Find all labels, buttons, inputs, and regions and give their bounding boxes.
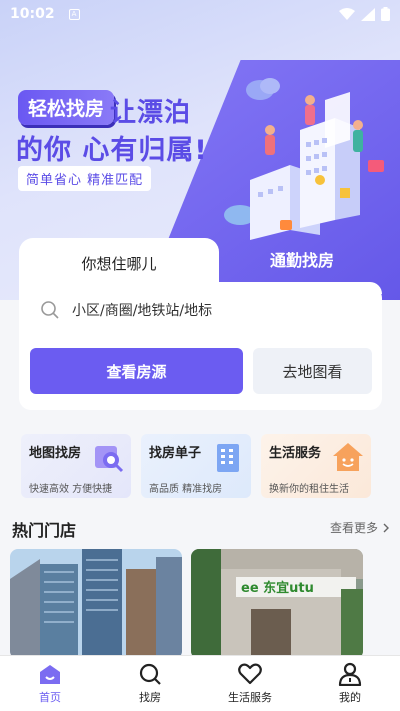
- hot-stores-title: 热门门店: [12, 521, 77, 540]
- tab-home[interactable]: 首页: [0, 656, 100, 711]
- tab-find-home[interactable]: 找房: [100, 656, 200, 711]
- status-time: 10:02: [10, 6, 55, 22]
- view-more-label: 查看更多: [329, 521, 378, 535]
- heart-icon: [238, 663, 262, 685]
- house-smile-icon: [333, 443, 363, 471]
- tab-label: 生活服务: [228, 691, 272, 704]
- tab-label: 我的: [339, 691, 361, 704]
- hero-subtitle: 简单省心 精准匹配: [18, 166, 152, 191]
- tab-label: 找房: [139, 691, 161, 704]
- store-card-2[interactable]: ee 东宜utu: [191, 549, 363, 659]
- chevron-right-icon: [383, 523, 389, 532]
- tab-commute-search[interactable]: 通勤找房: [222, 244, 382, 274]
- feature-subtitle: 快速高效 方便快捷: [29, 484, 113, 495]
- apartment-towers-photo: [10, 549, 182, 659]
- city-buildings-illustration: [224, 78, 384, 240]
- view-more-link[interactable]: 查看更多: [330, 519, 390, 536]
- store-sign-text: ee 东宜utu: [241, 580, 314, 596]
- status-app-badge: A: [68, 8, 80, 20]
- feature-map-search[interactable]: 地图找房 快速高效 方便快捷: [21, 434, 131, 498]
- feature-subtitle: 高品质 精准找房: [149, 484, 223, 495]
- building-list-icon: [217, 444, 239, 472]
- store-card-1[interactable]: [10, 549, 182, 659]
- bottom-tab-bar: 首页 找房 生活服务 我的: [0, 655, 400, 711]
- battery-icon: [381, 7, 390, 21]
- tab-profile[interactable]: 我的: [300, 656, 400, 711]
- hero-tag: 轻松找房: [18, 90, 115, 125]
- view-listings-button[interactable]: 查看房源: [30, 348, 243, 394]
- feature-housing-list[interactable]: 找房单子 高品质 精准找房: [141, 434, 251, 498]
- feature-subtitle: 换新你的租住生活: [269, 484, 349, 495]
- hero-headline-1: 让漂泊: [110, 98, 192, 128]
- map-search-icon: [95, 446, 124, 473]
- user-icon: [338, 662, 362, 686]
- home-icon: [40, 665, 60, 684]
- wifi-icon: [339, 8, 355, 20]
- storefront-photo: ee 东宜utu: [191, 549, 363, 659]
- tab-where-to-live[interactable]: 你想住哪儿: [19, 238, 219, 288]
- search-icon: [41, 301, 59, 319]
- map-view-button[interactable]: 去地图看: [253, 348, 372, 394]
- search-icon: [139, 663, 161, 685]
- search-placeholder: 小区/商圈/地铁站/地标: [72, 303, 213, 319]
- search-input[interactable]: 小区/商圈/地铁站/地标: [40, 300, 212, 320]
- feature-life-services[interactable]: 生活服务 换新你的租住生活: [261, 434, 371, 498]
- hero-headline-2: 的你 心有归属!: [16, 135, 208, 166]
- tab-life-services[interactable]: 生活服务: [200, 656, 300, 711]
- tab-label: 首页: [39, 691, 61, 704]
- signal-icon: [361, 7, 375, 21]
- status-bar: 10:02 A: [0, 0, 400, 28]
